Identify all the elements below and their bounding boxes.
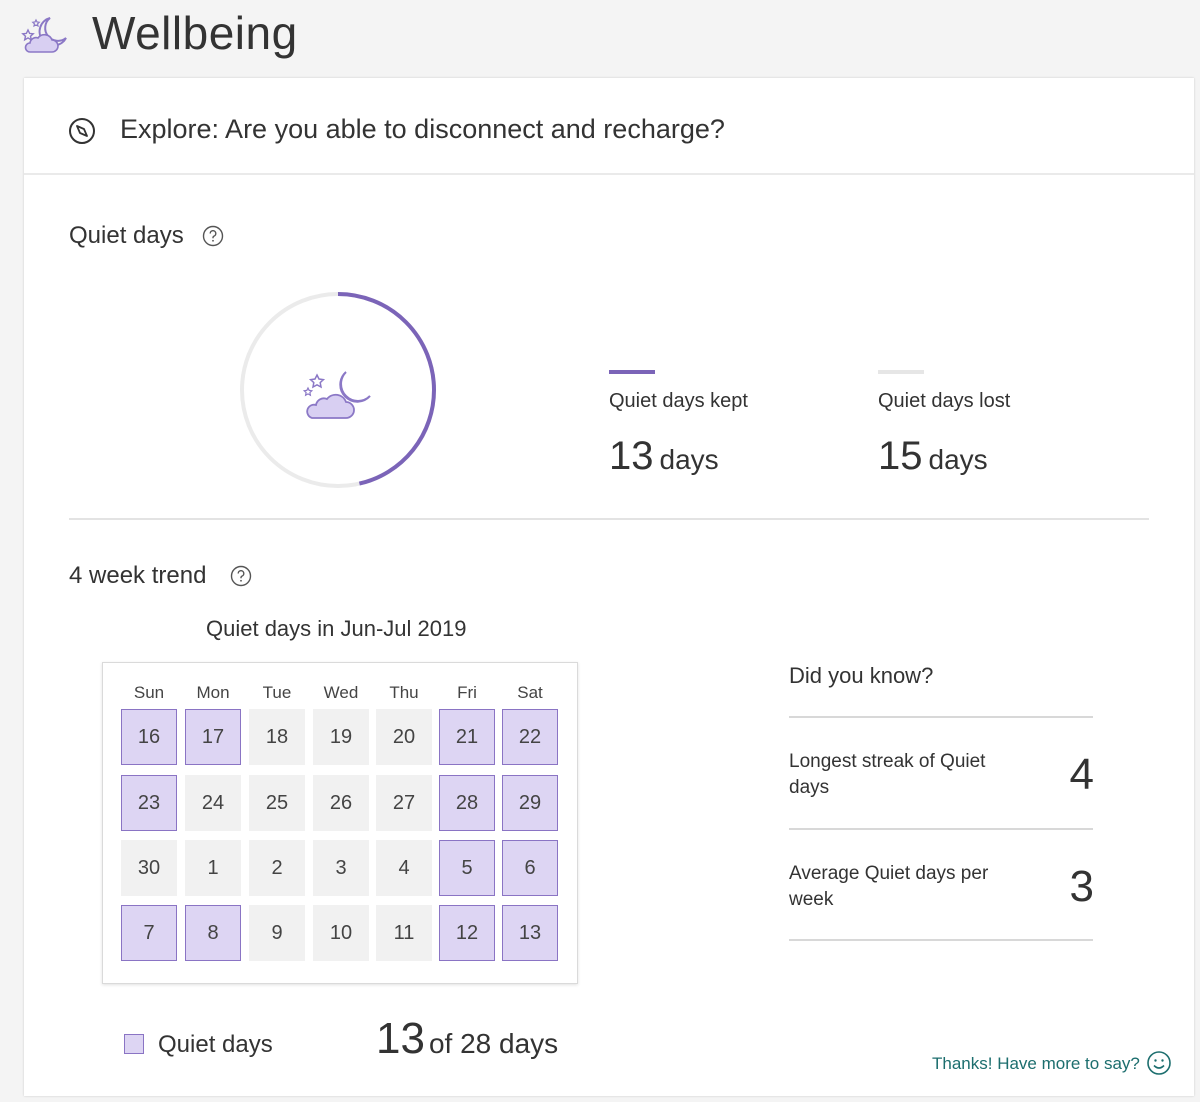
smile-icon[interactable] xyxy=(1146,1050,1172,1076)
fact-label-streak: Longest streak of Quiet days xyxy=(789,751,986,798)
total-of-days: of 28 days xyxy=(428,1028,559,1059)
quiet-days-ring xyxy=(240,292,436,488)
quiet-days-legend-label: Quiet days xyxy=(158,1031,273,1058)
section-divider xyxy=(69,518,1149,520)
calendar-day-quiet: 8 xyxy=(185,905,241,961)
calendar-day: 25 xyxy=(249,775,305,831)
calendar-day: 19 xyxy=(313,709,369,765)
lost-legend-line xyxy=(878,370,924,374)
wellbeing-card: Explore: Are you able to disconnect and … xyxy=(24,78,1194,1096)
fact-divider xyxy=(789,716,1093,718)
calendar-day-quiet: 12 xyxy=(439,905,495,961)
calendar-day: 27 xyxy=(376,775,432,831)
calendar-day-quiet: 16 xyxy=(121,709,177,765)
calendar-day: 18 xyxy=(249,709,305,765)
calendar-day: 24 xyxy=(185,775,241,831)
help-icon[interactable] xyxy=(230,565,252,587)
calendar-day-quiet: 22 xyxy=(502,709,558,765)
lost-value: 15 days xyxy=(878,434,988,479)
quiet-days-total: 13 of 28 days xyxy=(376,1014,558,1064)
explore-bar[interactable]: Explore: Are you able to disconnect and … xyxy=(24,78,1194,175)
moon-cloud-icon xyxy=(21,17,67,53)
calendar-day: 9 xyxy=(249,905,305,961)
weekday-header: Thu xyxy=(389,683,419,702)
calendar-day: 20 xyxy=(376,709,432,765)
kept-label: Quiet days kept xyxy=(609,390,748,412)
calendar-day-quiet: 5 xyxy=(439,840,495,896)
weekday-header: Sat xyxy=(517,683,543,702)
calendar-day-quiet: 17 xyxy=(185,709,241,765)
calendar-day: 11 xyxy=(376,905,432,961)
total-count: 13 xyxy=(376,1014,425,1063)
calendar-day-quiet: 13 xyxy=(502,905,558,961)
weekday-header: Fri xyxy=(457,683,477,702)
did-you-know-title: Did you know? xyxy=(789,663,934,688)
calendar-day-quiet: 6 xyxy=(502,840,558,896)
fact-value-streak: 4 xyxy=(1069,750,1094,799)
weekday-header: Mon xyxy=(196,683,230,702)
calendar-day-quiet: 29 xyxy=(502,775,558,831)
quiet-days-title: Quiet days xyxy=(69,222,184,249)
calendar-day-quiet: 7 xyxy=(121,905,177,961)
feedback-link[interactable]: Thanks! Have more to say? xyxy=(932,1054,1140,1074)
fact-divider xyxy=(789,939,1093,941)
help-icon[interactable] xyxy=(202,225,224,247)
calendar-day: 26 xyxy=(313,775,369,831)
page-title: Wellbeing xyxy=(92,7,298,59)
kept-unit: days xyxy=(659,444,719,475)
fact-label-average: Average Quiet days per week xyxy=(789,863,989,910)
explore-prompt[interactable]: Explore: Are you able to disconnect and … xyxy=(120,114,725,145)
calendar-day: 1 xyxy=(185,840,241,896)
calendar-day: 4 xyxy=(376,840,432,896)
weekday-header: Tue xyxy=(262,683,292,702)
kept-value: 13 days xyxy=(609,434,719,479)
compass-icon xyxy=(69,118,95,144)
lost-unit: days xyxy=(928,444,988,475)
calendar-day-quiet: 28 xyxy=(439,775,495,831)
calendar-day: 2 xyxy=(249,840,305,896)
lost-label: Quiet days lost xyxy=(878,390,1011,412)
fact-value-average: 3 xyxy=(1069,862,1094,911)
calendar-day: 3 xyxy=(313,840,369,896)
page-header: Wellbeing xyxy=(0,0,1200,78)
weekday-header: Sun xyxy=(133,683,165,702)
calendar-day-quiet: 23 xyxy=(121,775,177,831)
calendar-title: Quiet days in Jun-Jul 2019 xyxy=(206,616,467,641)
trend-title: 4 week trend xyxy=(69,562,207,589)
kept-legend-line xyxy=(609,370,655,374)
moon-cloud-icon xyxy=(302,371,371,419)
kept-count: 13 xyxy=(609,434,654,478)
calendar-day: 30 xyxy=(121,840,177,896)
quiet-days-legend-swatch xyxy=(124,1034,144,1054)
fact-divider xyxy=(789,828,1093,830)
calendar-day-quiet: 21 xyxy=(439,709,495,765)
calendar-day: 10 xyxy=(313,905,369,961)
weekday-header: Wed xyxy=(323,683,359,702)
quiet-days-calendar: Sun Mon Tue Wed Thu Fri Sat 16 17 18 19 20 21 22 23 24 2… xyxy=(102,662,578,984)
lost-count: 15 xyxy=(878,434,923,478)
